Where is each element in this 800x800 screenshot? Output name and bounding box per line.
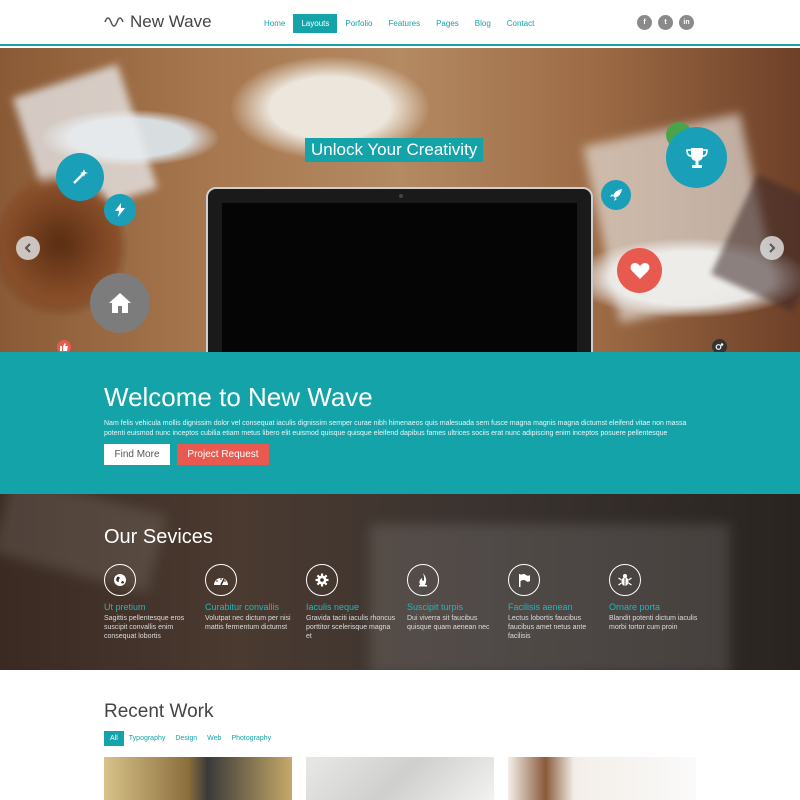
service-title[interactable]: Ornare porta bbox=[609, 602, 699, 612]
service-desc: Volutpat nec dictum per nisi mattis ferm… bbox=[205, 615, 291, 631]
magic-wand-icon bbox=[56, 153, 104, 201]
welcome-title: Welcome to New Wave bbox=[104, 382, 373, 412]
hero-slider: Unlock Your Creativity bbox=[0, 48, 800, 352]
portfolio-thumbnail[interactable] bbox=[306, 757, 494, 800]
laptop-screen bbox=[222, 203, 577, 352]
heart-icon bbox=[617, 248, 662, 293]
service-desc: Blandit potenti dictum iaculis morbi tor… bbox=[609, 615, 698, 631]
filter-typography[interactable]: Typography bbox=[124, 731, 171, 746]
service-item: Ut pretium Sagittis pellentesque eros su… bbox=[104, 564, 194, 641]
rocket-icon bbox=[601, 180, 631, 210]
bolt-icon bbox=[104, 194, 136, 226]
service-desc: Sagittis pellentesque eros suscipit conv… bbox=[104, 615, 185, 640]
service-item: Facilisis aenean Lectus lobortis faucibu… bbox=[508, 564, 598, 641]
service-item: Suscipit turpis Dui viverra sit faucibus… bbox=[407, 564, 497, 632]
trophy-icon bbox=[666, 127, 727, 188]
thumbs-up-icon bbox=[57, 340, 71, 352]
nav-pages[interactable]: Pages bbox=[428, 14, 467, 33]
service-title[interactable]: Curabitur convallis bbox=[205, 602, 295, 612]
wave-logo-icon bbox=[104, 17, 124, 27]
logo[interactable]: New Wave bbox=[104, 12, 212, 32]
service-desc: Dui viverra sit faucibus quisque quam ae… bbox=[407, 615, 490, 631]
service-title[interactable]: Facilisis aenean bbox=[508, 602, 598, 612]
project-request-button[interactable]: Project Request bbox=[177, 444, 269, 465]
flag-icon bbox=[508, 564, 540, 596]
service-item: Curabitur convallis Volutpat nec dictum … bbox=[205, 564, 295, 632]
cogs-icon bbox=[712, 339, 727, 352]
facebook-icon[interactable]: f bbox=[637, 15, 652, 30]
service-title[interactable]: Ut pretium bbox=[104, 602, 194, 612]
service-item: Iaculis neque Gravida taciti iaculis rho… bbox=[306, 564, 396, 641]
recent-work-title: Recent Work bbox=[104, 701, 214, 722]
service-title[interactable]: Iaculis neque bbox=[306, 602, 396, 612]
logo-text: New Wave bbox=[130, 12, 212, 31]
nav-layouts[interactable]: Layouts bbox=[293, 14, 338, 33]
services-title: Our Sevices bbox=[104, 526, 213, 548]
find-more-button[interactable]: Find More bbox=[104, 444, 170, 465]
bug-icon bbox=[609, 564, 641, 596]
service-title[interactable]: Suscipit turpis bbox=[407, 602, 497, 612]
home-icon bbox=[90, 273, 150, 333]
fire-icon bbox=[407, 564, 439, 596]
slider-prev-button[interactable] bbox=[16, 236, 40, 260]
site-header: New Wave Home Layouts Porfolio Features … bbox=[0, 0, 800, 46]
dashboard-icon bbox=[205, 564, 237, 596]
social-links: f t in bbox=[637, 15, 694, 30]
laptop-image bbox=[206, 187, 593, 352]
nav-portfolio[interactable]: Porfolio bbox=[337, 14, 380, 33]
slider-next-button[interactable] bbox=[760, 236, 784, 260]
filter-all[interactable]: All bbox=[104, 731, 124, 746]
welcome-body: Nam felis vehicula mollis dignissim dolo… bbox=[104, 420, 687, 437]
service-desc: Lectus lobortis faucibus faucibus amet n… bbox=[508, 615, 587, 640]
gear-icon bbox=[306, 564, 338, 596]
nav-home[interactable]: Home bbox=[256, 14, 293, 33]
nav-contact[interactable]: Contact bbox=[499, 14, 543, 33]
main-nav: Home Layouts Porfolio Features Pages Blo… bbox=[256, 14, 542, 33]
twitter-icon[interactable]: t bbox=[658, 15, 673, 30]
nav-blog[interactable]: Blog bbox=[467, 14, 499, 33]
services-section: Our Sevices Ut pretium Sagittis pellente… bbox=[0, 494, 800, 670]
filter-web[interactable]: Web bbox=[202, 731, 226, 746]
globe-icon bbox=[104, 564, 136, 596]
laptop-camera bbox=[399, 194, 403, 198]
filter-photography[interactable]: Photography bbox=[226, 731, 276, 746]
linkedin-icon[interactable]: in bbox=[679, 15, 694, 30]
portfolio-thumbnail[interactable] bbox=[508, 757, 696, 800]
service-item: Ornare porta Blandit potenti dictum iacu… bbox=[609, 564, 699, 632]
filter-design[interactable]: Design bbox=[170, 731, 202, 746]
nav-features[interactable]: Features bbox=[381, 14, 429, 33]
portfolio-filters: All Typography Design Web Photography bbox=[104, 731, 276, 746]
service-desc: Gravida taciti iaculis rhoncus porttitor… bbox=[306, 615, 396, 640]
portfolio-thumbnail[interactable] bbox=[104, 757, 292, 800]
hero-title: Unlock Your Creativity bbox=[305, 138, 484, 162]
welcome-section: Welcome to New Wave Nam felis vehicula m… bbox=[0, 352, 800, 494]
